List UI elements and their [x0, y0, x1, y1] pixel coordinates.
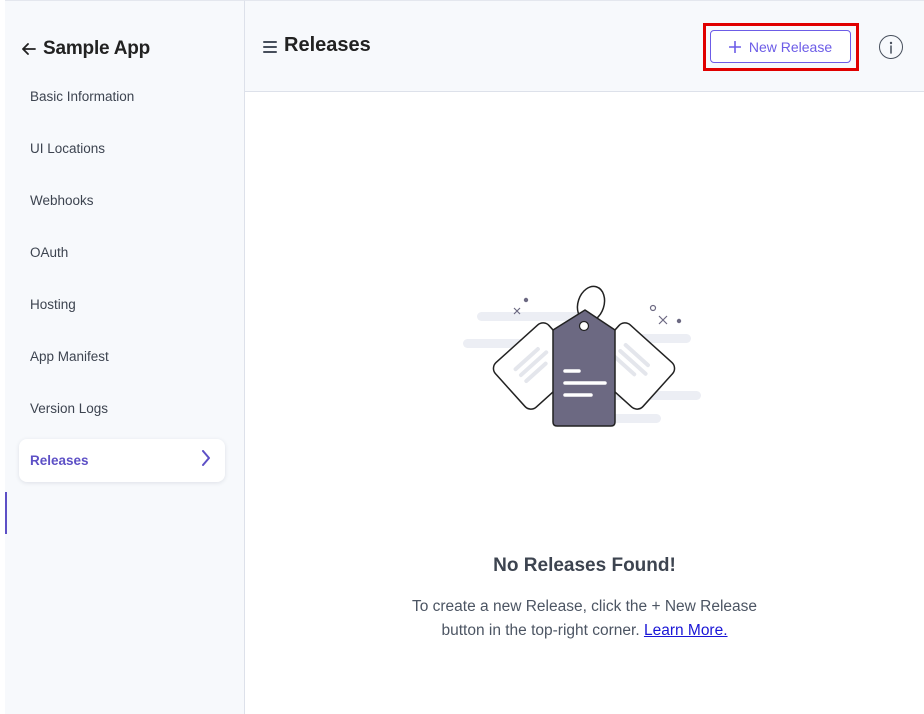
sidebar-item-app-manifest[interactable]: App Manifest — [30, 346, 109, 366]
sidebar-scroll-indicator — [5, 492, 7, 534]
hamburger-icon[interactable] — [263, 41, 277, 53]
learn-more-link[interactable]: Learn More. — [644, 622, 728, 639]
tags-illustration — [461, 284, 707, 434]
page-title: Releases — [284, 34, 371, 56]
chevron-right-icon — [201, 450, 211, 471]
app-frame: Sample App Basic Information UI Location… — [0, 0, 924, 714]
sidebar-item-version-logs[interactable]: Version Logs — [30, 398, 108, 418]
main-header: Releases New Release — [245, 0, 924, 92]
arrow-left-icon[interactable] — [19, 39, 39, 59]
empty-state-line-1: To create a new Release, click the + New… — [411, 598, 758, 615]
app-title: Sample App — [43, 38, 151, 59]
sidebar: Sample App Basic Information UI Location… — [5, 0, 245, 714]
plus-icon — [728, 40, 741, 53]
empty-state-title: No Releases Found! — [493, 555, 676, 576]
new-release-button[interactable]: New Release — [710, 30, 851, 63]
empty-state-description: To create a new Release, click the + New… — [245, 595, 924, 643]
sidebar-item-ui-locations[interactable]: UI Locations — [30, 138, 105, 158]
sidebar-item-hosting[interactable]: Hosting — [30, 294, 76, 314]
empty-state-line-2-text: button in the top-right corner. — [441, 622, 644, 639]
app-header: Sample App — [19, 37, 150, 61]
info-icon[interactable] — [879, 35, 903, 59]
sidebar-item-webhooks[interactable]: Webhooks — [30, 190, 94, 210]
new-release-label: New Release — [748, 38, 833, 55]
sidebar-item-oauth[interactable]: OAuth — [30, 242, 68, 262]
sidebar-item-basic-information[interactable]: Basic Information — [30, 86, 134, 106]
sidebar-item-label: Releases — [30, 453, 89, 468]
empty-state-line-2: button in the top-right corner. Learn Mo… — [245, 619, 924, 643]
sidebar-item-releases[interactable]: Releases — [19, 439, 225, 482]
